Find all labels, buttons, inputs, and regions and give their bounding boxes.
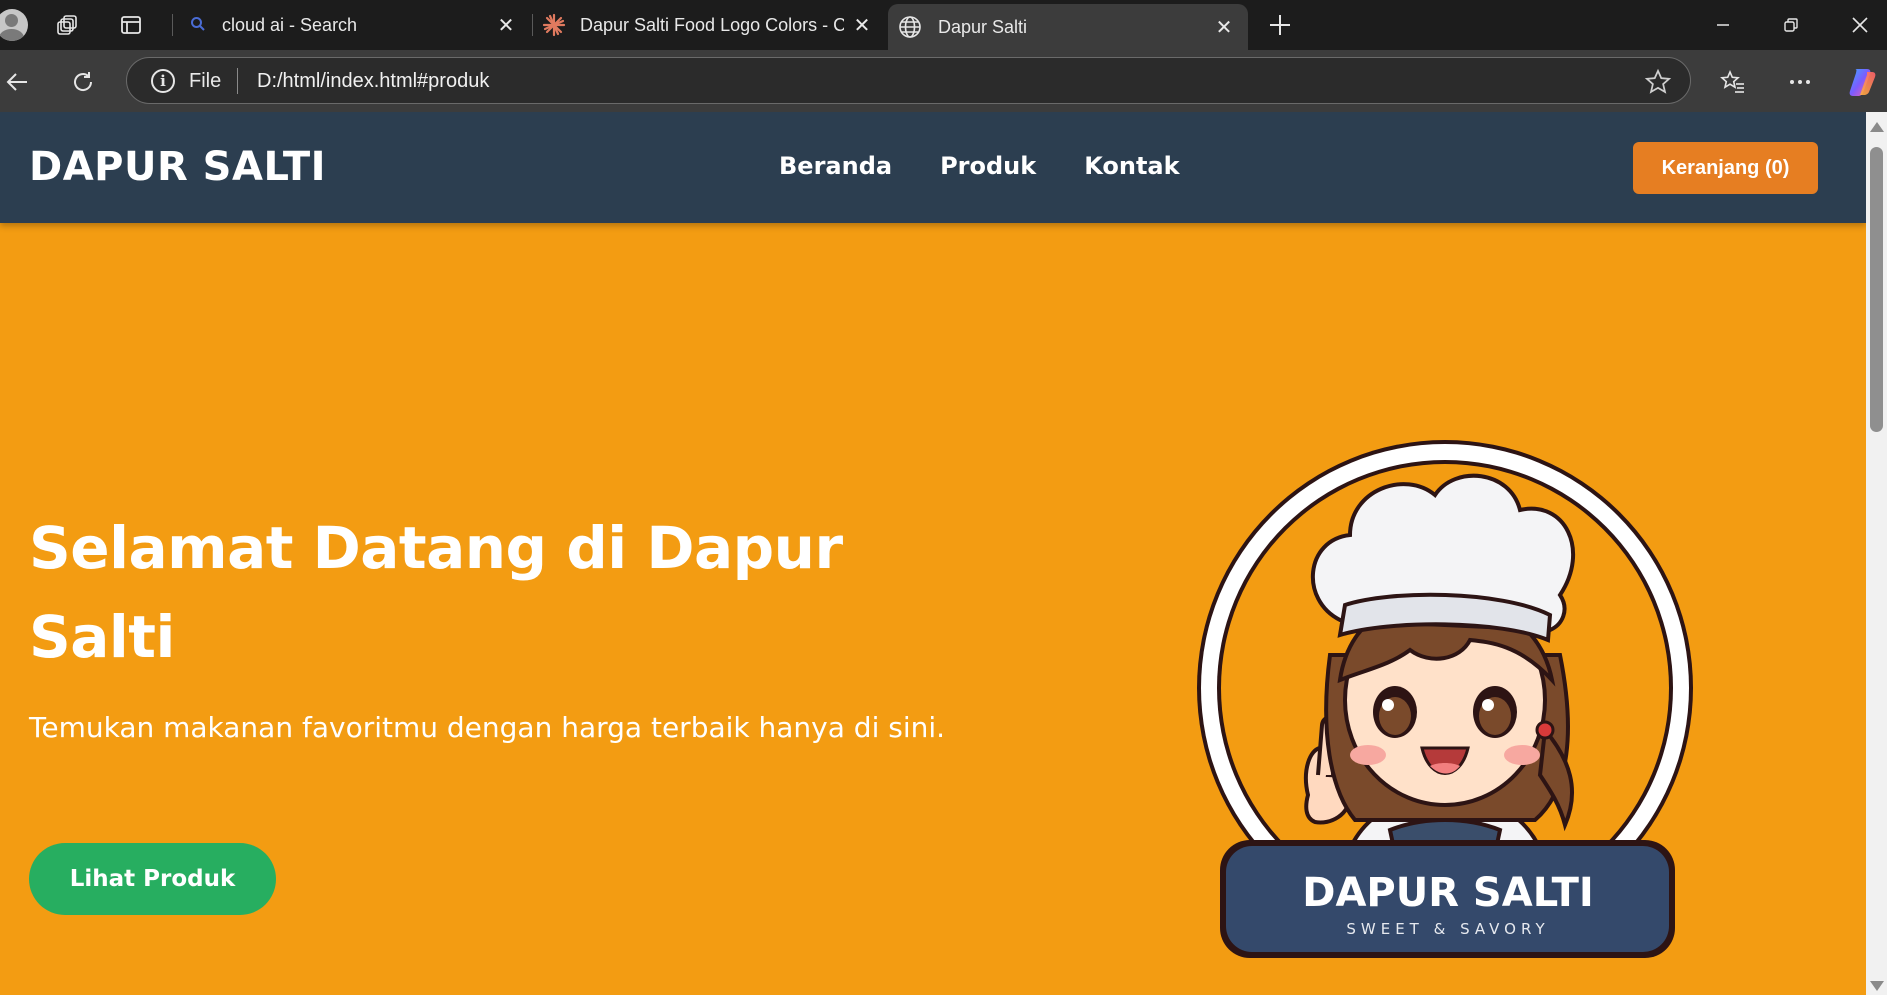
tab-separator (172, 14, 173, 36)
workspaces-icon[interactable] (54, 11, 82, 39)
hero-title: Selamat Datang di Dapur Salti (29, 514, 843, 671)
close-icon[interactable]: ✕ (494, 13, 518, 37)
profile-avatar[interactable] (0, 9, 28, 41)
copilot-icon[interactable] (1845, 65, 1879, 99)
tab-title: Dapur Salti Food Logo Colors - Cl (580, 14, 844, 35)
new-tab-icon[interactable] (1266, 11, 1294, 39)
url-text[interactable]: D:/html/index.html#produk (257, 70, 489, 93)
tab-separator (532, 14, 533, 36)
address-bar[interactable]: i File D:/html/index.html#produk (126, 57, 1691, 104)
claude-sparkle-icon (542, 13, 566, 42)
scrollbar-thumb[interactable] (1870, 147, 1883, 432)
back-icon[interactable] (0, 65, 34, 99)
tab-actions-icon[interactable] (117, 11, 145, 39)
scroll-up-arrow-icon[interactable] (1870, 122, 1884, 132)
address-separator (237, 68, 238, 94)
close-icon[interactable]: ✕ (850, 13, 874, 37)
nav-link-beranda[interactable]: Beranda (779, 152, 892, 180)
tab-title: Dapur Salti (938, 16, 1028, 37)
tab-cloud-ai-search[interactable]: cloud ai - Search ✕ (178, 4, 530, 46)
close-window-icon[interactable] (1840, 8, 1880, 42)
restore-icon[interactable] (1771, 8, 1811, 42)
view-products-button[interactable]: Lihat Produk (29, 843, 276, 915)
tab-title: cloud ai - Search (222, 14, 358, 35)
tab-dapur-salti-logo-colors[interactable]: Dapur Salti Food Logo Colors - Cl ✕ (534, 4, 886, 46)
site-brand[interactable]: DAPUR SALTI (29, 144, 326, 190)
page-scrollbar[interactable] (1866, 112, 1887, 995)
search-icon (190, 16, 206, 37)
website-viewport: DAPUR SALTI Beranda Produk Kontak Keranj… (0, 112, 1866, 995)
cart-button[interactable]: Keranjang (0) (1633, 142, 1818, 194)
globe-icon (898, 15, 922, 44)
dapur-salti-logo: DAPUR SALTI SWEET & SAVORY (1190, 430, 1700, 970)
browser-tab-bar: cloud ai - Search ✕ Dapur Salti Food Log… (0, 0, 1887, 50)
scroll-down-arrow-icon[interactable] (1870, 981, 1884, 991)
main-nav: Beranda Produk Kontak (779, 152, 1180, 180)
minimize-icon[interactable] (1703, 8, 1743, 42)
favorite-star-icon[interactable] (1644, 68, 1672, 96)
refresh-icon[interactable] (66, 65, 100, 99)
logo-tagline: SWEET & SAVORY (1346, 920, 1549, 938)
logo-name: DAPUR SALTI (1302, 870, 1593, 916)
more-options-icon[interactable] (1783, 65, 1817, 99)
tab-dapur-salti-active[interactable]: Dapur Salti ✕ (888, 4, 1248, 50)
browser-toolbar: i File D:/html/index.html#produk (0, 50, 1887, 112)
nav-link-kontak[interactable]: Kontak (1084, 152, 1179, 180)
site-header: DAPUR SALTI Beranda Produk Kontak Keranj… (0, 112, 1866, 223)
nav-link-produk[interactable]: Produk (940, 152, 1036, 180)
scheme-label: File (189, 70, 222, 92)
close-icon[interactable]: ✕ (1212, 15, 1236, 39)
favorites-icon[interactable] (1716, 65, 1750, 99)
hero-subtitle: Temukan makanan favoritmu dengan harga t… (29, 711, 946, 744)
site-info-icon[interactable]: i (151, 69, 175, 93)
